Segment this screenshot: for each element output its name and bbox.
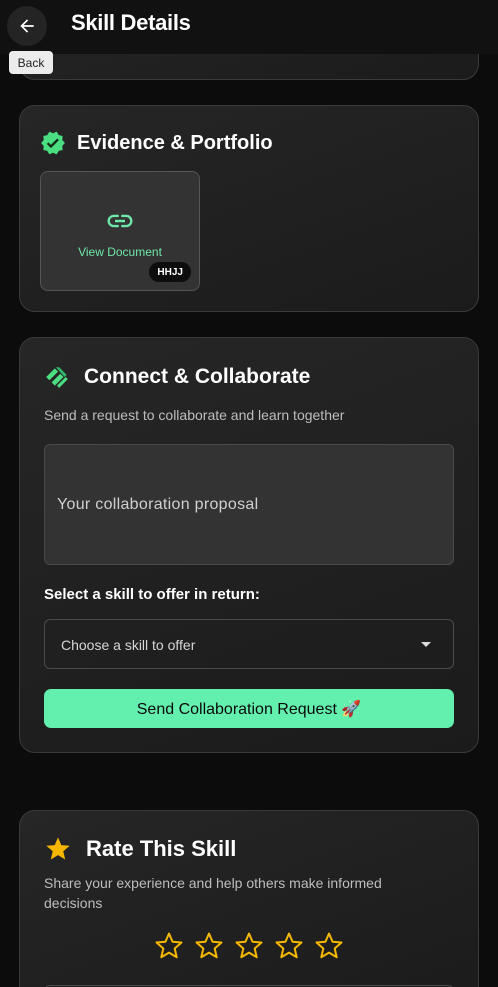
- skill-details-page: Skill Details Back Evidence & Portfolio …: [0, 0, 498, 987]
- back-tooltip: Back: [9, 51, 53, 74]
- send-collaboration-button[interactable]: Send Collaboration Request 🚀: [44, 689, 454, 728]
- rate-card: Rate This Skill Share your experience an…: [19, 810, 479, 987]
- link-icon: [107, 214, 133, 228]
- rate-header: Rate This Skill: [44, 835, 236, 863]
- view-document-link[interactable]: View Document: [41, 245, 199, 259]
- rate-subtitle: Share your experience and help others ma…: [44, 875, 382, 911]
- evidence-header: Evidence & Portfolio: [40, 130, 273, 156]
- star-outline-icon[interactable]: [234, 931, 264, 961]
- connect-subtitle: Send a request to collaborate and learn …: [44, 407, 345, 423]
- star-outline-icon[interactable]: [194, 931, 224, 961]
- skill-select-value: Choose a skill to offer: [61, 637, 196, 653]
- proposal-placeholder: Your collaboration proposal: [57, 495, 259, 513]
- document-badge: HHJJ: [149, 262, 191, 282]
- star-outline-icon[interactable]: [274, 931, 304, 961]
- connect-header: Connect & Collaborate: [44, 364, 310, 390]
- rate-title: Rate This Skill: [86, 836, 237, 861]
- app-bar: Skill Details: [0, 0, 498, 54]
- arrow-left-icon: [20, 19, 34, 33]
- evidence-card: Evidence & Portfolio View Document HHJJ: [19, 105, 479, 312]
- chevron-down-icon: [421, 642, 431, 647]
- evidence-title: Evidence & Portfolio: [77, 131, 273, 154]
- star-outline-icon[interactable]: [314, 931, 344, 961]
- handshake-icon: [46, 367, 68, 388]
- star-rating: [154, 931, 344, 961]
- skill-select-dropdown[interactable]: Choose a skill to offer: [44, 619, 454, 669]
- proposal-input[interactable]: Your collaboration proposal: [44, 444, 454, 565]
- document-tile[interactable]: View Document HHJJ: [40, 171, 200, 291]
- connect-title: Connect & Collaborate: [84, 365, 311, 388]
- star-icon: [46, 837, 70, 860]
- connect-card: Connect & Collaborate Send a request to …: [19, 337, 479, 753]
- page-title: Skill Details: [71, 10, 191, 35]
- back-button[interactable]: [7, 6, 47, 46]
- verified-badge-icon: [41, 131, 65, 155]
- skill-select-label: Select a skill to offer in return:: [44, 586, 260, 603]
- star-outline-icon[interactable]: [154, 931, 184, 961]
